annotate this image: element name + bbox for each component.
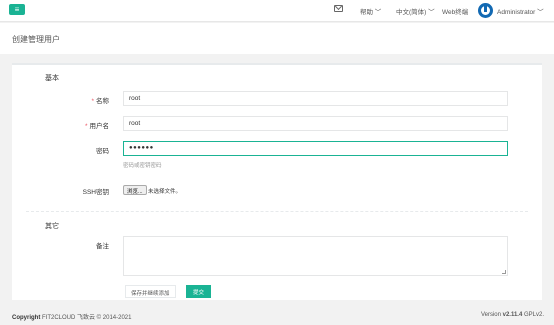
- user-avatar-icon[interactable]: [478, 3, 493, 18]
- resize-handle-icon[interactable]: [502, 270, 506, 274]
- footer-version: Version v2.11.4 GPLv2.: [480, 312, 544, 318]
- save-continue-button[interactable]: 保存并继续添加: [125, 285, 176, 298]
- page-title: 创建管理用户: [12, 35, 60, 44]
- ssh-key-label: SSH密钥: [82, 189, 109, 196]
- form-panel: 基本 * 名称 root * 用户名 root 密码 ●●●●●● 密码或密钥密码 …: [12, 63, 542, 300]
- footer-copyright: Copyright FIT2CLOUD 飞致云 © 2014-2021: [12, 315, 132, 321]
- comment-textarea[interactable]: [123, 236, 508, 276]
- top-navbar: ≡ 帮助 ﹀ 中文(简体) ﹀ Web终端 Administrator ﹀: [0, 0, 554, 22]
- page-header: 创建管理用户: [0, 23, 554, 54]
- password-label: 密码: [96, 148, 109, 155]
- section-divider: [26, 211, 528, 212]
- comment-label: 备注: [96, 243, 109, 250]
- name-input[interactable]: root: [123, 91, 508, 106]
- submit-button[interactable]: 提交: [186, 285, 212, 298]
- section-other-title: 其它: [45, 223, 59, 230]
- help-menu[interactable]: 帮助 ﹀: [360, 6, 381, 16]
- password-help-text: 密码或密钥密码: [123, 163, 162, 169]
- language-menu[interactable]: 中文(简体) ﹀: [396, 6, 435, 16]
- name-label: * 名称: [91, 98, 109, 105]
- file-status-text: 未选择文件。: [148, 189, 182, 195]
- envelope-icon[interactable]: [334, 5, 343, 12]
- file-browse-button[interactable]: 浏览...: [123, 185, 147, 195]
- password-input[interactable]: ●●●●●●: [123, 141, 508, 156]
- username-label: * 用户名: [84, 123, 109, 130]
- web-terminal-link[interactable]: Web终端: [442, 6, 468, 16]
- username-input[interactable]: root: [123, 116, 508, 131]
- menu-toggle-button[interactable]: ≡: [9, 4, 25, 15]
- section-basic-title: 基本: [45, 75, 59, 82]
- user-menu[interactable]: Administrator ﹀: [497, 6, 544, 16]
